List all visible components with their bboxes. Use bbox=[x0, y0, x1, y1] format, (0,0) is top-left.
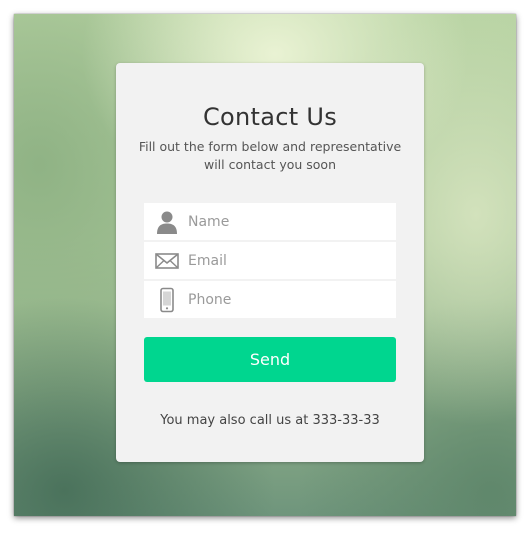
send-button[interactable]: Send bbox=[144, 337, 396, 382]
name-field-row bbox=[144, 203, 396, 240]
email-field-row bbox=[144, 242, 396, 279]
email-input[interactable] bbox=[188, 242, 388, 279]
call-us-text: You may also call us at 333-33-33 bbox=[160, 413, 380, 428]
contact-form-fields bbox=[144, 203, 396, 320]
contact-card: Contact Us Fill out the form below and r… bbox=[116, 63, 424, 462]
form-subtitle: Fill out the form below and representati… bbox=[138, 139, 402, 172]
phone-icon bbox=[154, 287, 180, 313]
name-input[interactable] bbox=[188, 203, 388, 240]
phone-input[interactable] bbox=[188, 281, 388, 318]
envelope-icon bbox=[154, 248, 180, 274]
page-title: Contact Us bbox=[202, 103, 338, 131]
user-icon bbox=[154, 209, 180, 235]
blurred-background: Contact Us Fill out the form below and r… bbox=[14, 14, 516, 516]
phone-field-row bbox=[144, 281, 396, 318]
